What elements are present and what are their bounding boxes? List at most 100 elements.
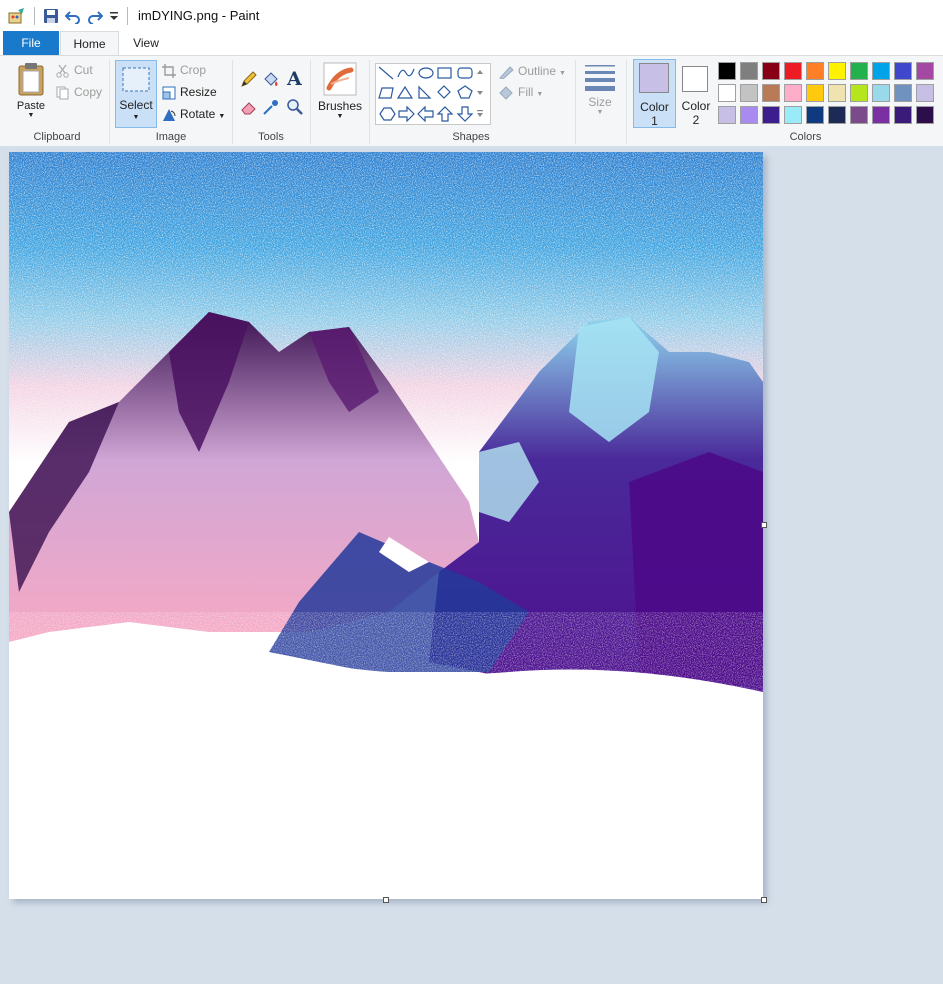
palette-swatch[interactable]	[806, 106, 824, 124]
resize-label: Resize	[180, 85, 217, 99]
pencil-icon[interactable]	[240, 70, 258, 91]
rotate-dropdown-icon: ▼	[218, 113, 226, 120]
palette-swatch[interactable]	[894, 62, 912, 80]
color1-button[interactable]: Color 1	[633, 59, 676, 128]
drawing-canvas[interactable]	[9, 152, 763, 899]
clipboard-icon	[18, 63, 44, 96]
palette-swatch[interactable]	[872, 106, 890, 124]
text-tool-icon[interactable]: A	[287, 68, 302, 90]
quick-access-separator-2	[127, 6, 128, 25]
quick-access-separator	[34, 6, 35, 25]
copy-button[interactable]: Copy	[56, 85, 102, 100]
select-label: Select	[119, 98, 153, 112]
palette-swatch[interactable]	[894, 106, 912, 124]
group-separator	[310, 60, 311, 144]
shapes-gallery-icons	[378, 66, 483, 123]
fill-icon	[499, 86, 513, 100]
palette-swatch[interactable]	[828, 84, 846, 102]
outline-dropdown-icon: ▼	[559, 70, 566, 77]
ribbon-tabs: File Home View	[0, 31, 943, 56]
color-picker-icon[interactable]	[262, 98, 280, 119]
shapes-group-label: Shapes	[452, 131, 490, 143]
palette-swatch[interactable]	[784, 62, 802, 80]
color1-number: 1	[651, 114, 658, 128]
tab-file[interactable]: File	[3, 31, 59, 55]
group-separator	[369, 60, 370, 144]
palette-swatch[interactable]	[718, 106, 736, 124]
customize-quick-access-icon[interactable]	[109, 7, 119, 25]
palette-swatch[interactable]	[784, 106, 802, 124]
palette-swatch[interactable]	[894, 84, 912, 102]
tab-home[interactable]: Home	[60, 31, 119, 56]
color2-swatch	[682, 66, 708, 92]
select-button[interactable]: Select ▼	[115, 60, 157, 128]
mountain-painting	[9, 152, 763, 899]
brushes-button[interactable]: Brushes ▼	[318, 62, 362, 120]
paste-button[interactable]: Paste ▼	[14, 62, 48, 120]
resize-icon	[162, 86, 176, 100]
palette-swatch[interactable]	[740, 62, 758, 80]
canvas-resize-handle-right[interactable]	[761, 522, 767, 528]
canvas-resize-handle-bottom[interactable]	[383, 897, 389, 903]
palette-swatch[interactable]	[762, 84, 780, 102]
cut-button[interactable]: Cut	[56, 63, 93, 78]
outline-button[interactable]: Outline ▼	[498, 64, 566, 80]
paste-label: Paste	[16, 100, 46, 112]
palette-swatch[interactable]	[718, 62, 736, 80]
group-separator	[109, 60, 110, 144]
color2-label: Color	[681, 99, 711, 113]
undo-icon[interactable]	[65, 7, 81, 25]
line-size-icon	[585, 65, 615, 91]
palette-swatch[interactable]	[806, 84, 824, 102]
palette-swatch[interactable]	[916, 106, 934, 124]
size-button[interactable]: Size ▼	[582, 62, 618, 116]
palette-swatch[interactable]	[828, 62, 846, 80]
palette-swatch[interactable]	[718, 84, 736, 102]
palette-swatch[interactable]	[828, 106, 846, 124]
magnifier-icon[interactable]	[286, 98, 304, 119]
palette-swatch[interactable]	[850, 62, 868, 80]
palette-swatch[interactable]	[762, 62, 780, 80]
rotate-button[interactable]: Rotate ▼	[162, 107, 225, 122]
palette-swatch[interactable]	[872, 84, 890, 102]
tab-view[interactable]: View	[130, 31, 162, 55]
clipboard-group-label: Clipboard	[33, 131, 81, 143]
palette-swatch[interactable]	[850, 84, 868, 102]
paste-dropdown-icon: ▼	[27, 112, 35, 119]
redo-icon[interactable]	[87, 7, 103, 25]
select-dropdown-icon: ▼	[132, 114, 140, 121]
rotate-icon	[163, 109, 176, 122]
color2-button[interactable]: Color 2	[676, 59, 716, 127]
copy-label: Copy	[74, 85, 103, 99]
palette-swatch[interactable]	[740, 106, 758, 124]
crop-label: Crop	[180, 63, 207, 77]
color1-swatch	[639, 63, 669, 93]
group-separator	[575, 60, 576, 144]
eraser-icon[interactable]	[240, 98, 258, 119]
palette-swatch[interactable]	[762, 106, 780, 124]
brushes-dropdown-icon: ▼	[336, 113, 344, 120]
palette-swatch[interactable]	[916, 62, 934, 80]
palette-swatch[interactable]	[740, 84, 758, 102]
palette-swatch[interactable]	[784, 84, 802, 102]
selection-rectangle-icon	[122, 67, 150, 92]
fill-bucket-icon[interactable]	[262, 70, 280, 91]
brush-icon	[323, 62, 357, 96]
palette-swatch[interactable]	[916, 84, 934, 102]
palette-swatch[interactable]	[806, 62, 824, 80]
crop-icon	[162, 64, 176, 79]
save-icon[interactable]	[43, 7, 59, 25]
group-separator	[626, 60, 627, 144]
color2-number: 2	[692, 113, 700, 127]
fill-dropdown-icon: ▼	[536, 91, 544, 98]
rotate-label: Rotate	[180, 107, 216, 121]
resize-button[interactable]: Resize	[162, 85, 217, 100]
color1-label: Color	[640, 100, 669, 114]
palette-swatch[interactable]	[850, 106, 868, 124]
shapes-gallery[interactable]	[375, 63, 491, 125]
paint-app-icon[interactable]	[8, 7, 26, 25]
canvas-resize-handle-corner[interactable]	[761, 897, 767, 903]
crop-button[interactable]: Crop	[162, 63, 207, 79]
palette-swatch[interactable]	[872, 62, 890, 80]
fill-button[interactable]: Fill ▼	[498, 85, 543, 100]
